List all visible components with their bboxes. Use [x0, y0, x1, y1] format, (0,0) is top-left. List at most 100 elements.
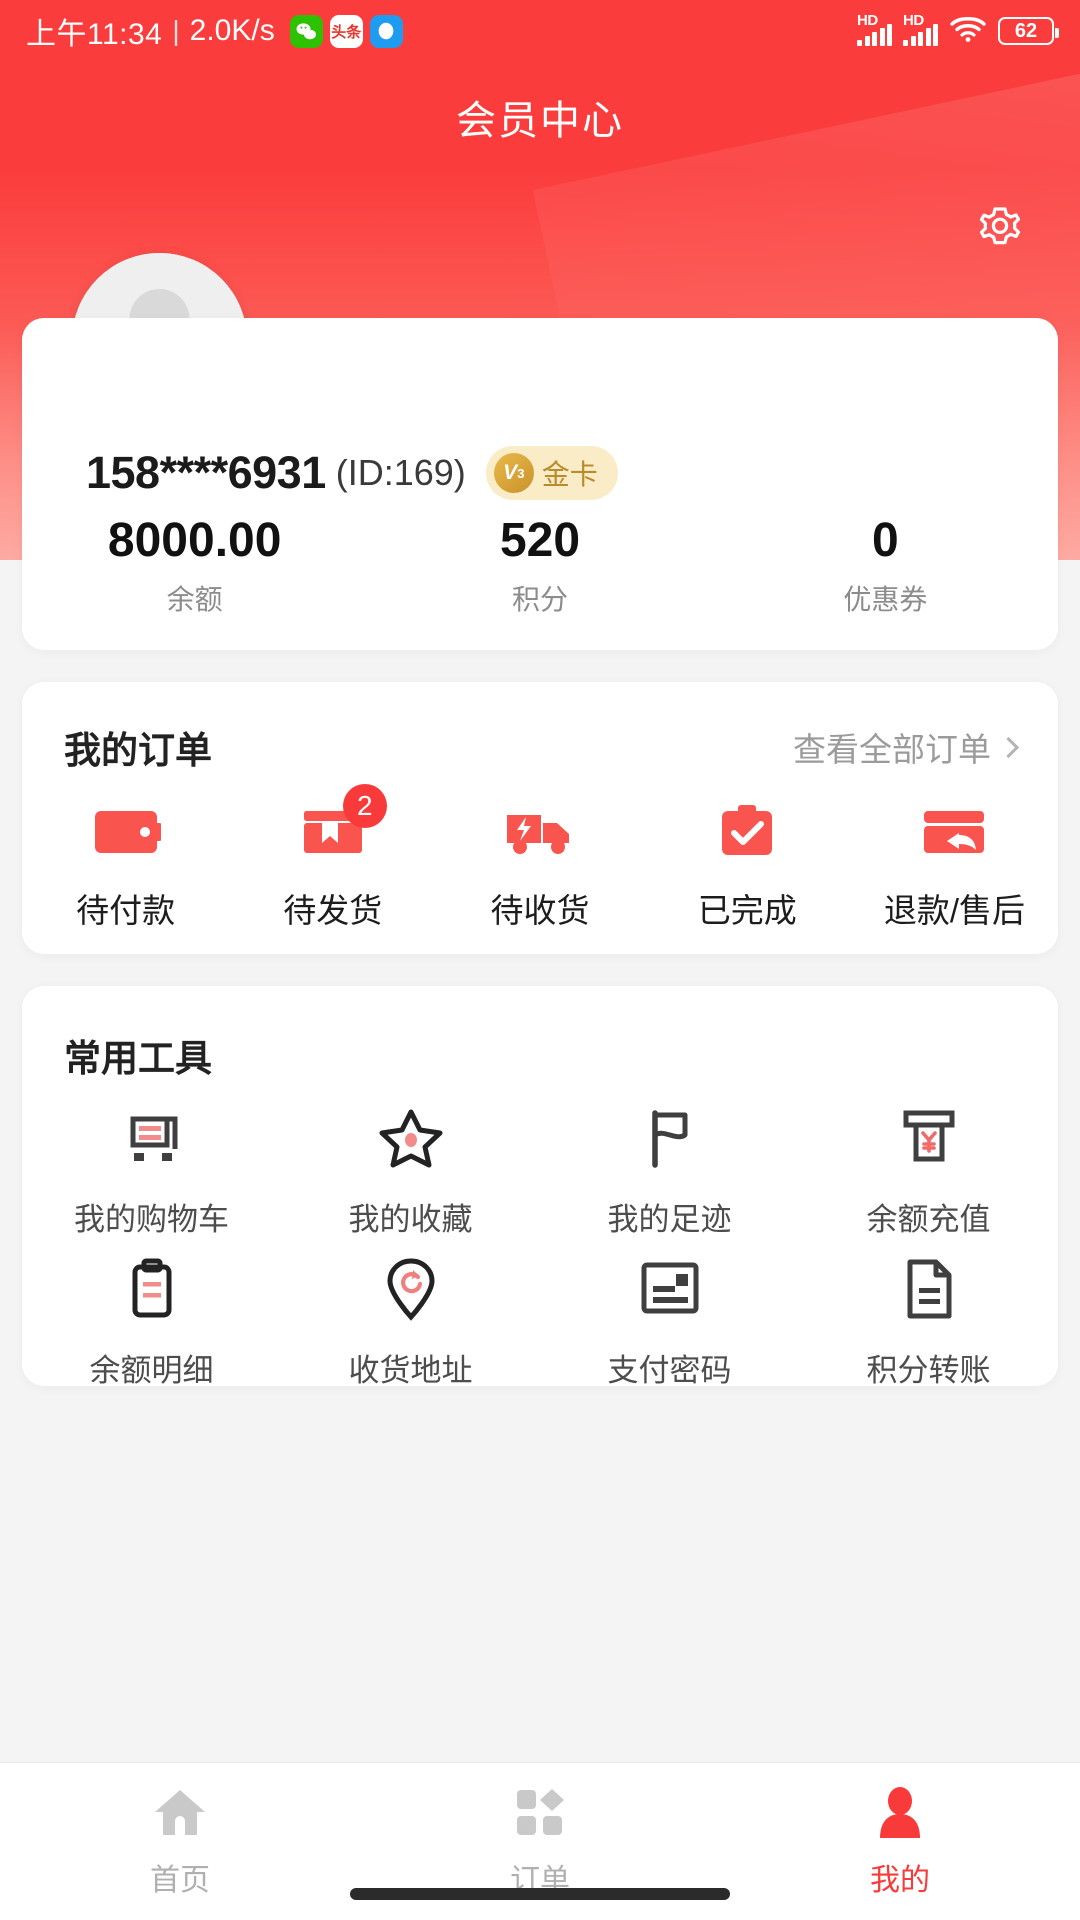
messenger-app-icon [369, 14, 403, 48]
tool-points-transfer[interactable]: 积分转账 [799, 1255, 1058, 1390]
order-status-label: 退款/售后 [883, 892, 1025, 929]
settings-button[interactable] [972, 200, 1028, 256]
status-bar-right: HD HD 62 [857, 12, 1059, 49]
signal-indicator-1: HD [857, 12, 892, 46]
home-indicator [350, 1888, 730, 1900]
tool-label: 积分转账 [866, 1353, 991, 1388]
order-status-label: 待收货 [490, 892, 590, 929]
tool-my-cart[interactable]: 我的购物车 [22, 1104, 281, 1239]
stat-value: 0 [871, 514, 899, 567]
member-center-screen: 上午11:34 | 2.0K/s 头条 HD HD 62 会员中心 158***… [0, 0, 1080, 1920]
user-info-row: 158****6931 (ID:169) V3 金卡 [86, 446, 618, 500]
battery-level: 62 [1014, 20, 1038, 42]
clipboard-check-icon [709, 800, 785, 864]
stat-label: 优惠券 [843, 584, 928, 616]
tool-label: 余额充值 [866, 1202, 991, 1237]
status-bar-left: 上午11:34 | 2.0K/s 头条 [26, 9, 403, 53]
order-status-refund-aftersales[interactable]: 退款/售后 [851, 800, 1058, 932]
signal-indicator-2: HD [903, 12, 938, 46]
atm-recharge-icon [895, 1104, 963, 1172]
order-badge-count: 2 [342, 784, 387, 828]
clipboard-list-icon [118, 1255, 186, 1323]
stat-label: 余额 [166, 584, 223, 616]
my-orders-card: 我的订单 查看全部订单 待付款 2 待发货 待收货 已完成 退款/售后 [22, 682, 1058, 954]
common-tools-card: 常用工具 我的购物车 我的收藏 我的足迹 余额充值 余额明细 收货地址 支付密码… [22, 986, 1058, 1388]
order-status-label: 已完成 [697, 892, 797, 929]
view-all-orders-label: 查看全部订单 [793, 731, 991, 768]
hd-label-2: HD [903, 12, 924, 29]
tool-label: 我的足迹 [607, 1202, 732, 1237]
package-box-icon: 2 [295, 784, 387, 864]
tab-orders[interactable]: 订单 [360, 1785, 720, 1899]
order-status-pending-payment[interactable]: 待付款 [22, 800, 229, 932]
battery-icon: 62 [998, 17, 1059, 45]
flag-footprint-icon [636, 1104, 704, 1172]
stat-value: 8000.00 [107, 514, 282, 567]
tab-label: 首页 [150, 1864, 210, 1897]
tool-balance-details[interactable]: 余额明细 [22, 1255, 281, 1390]
tool-label: 余额明细 [89, 1353, 214, 1388]
delivery-truck-icon [502, 800, 578, 864]
wechat-app-icon [289, 14, 323, 48]
home-icon [152, 1785, 208, 1841]
tab-label: 我的 [870, 1864, 930, 1897]
vip-level-icon: V3 [493, 453, 534, 493]
tools-title: 常用工具 [64, 1038, 212, 1079]
hd-label-1: HD [857, 12, 878, 29]
membership-level-badge[interactable]: V3 金卡 [485, 446, 618, 500]
tool-my-footprints[interactable]: 我的足迹 [540, 1104, 799, 1239]
toutiao-app-icon: 头条 [329, 14, 363, 48]
tool-balance-recharge[interactable]: 余额充值 [799, 1104, 1058, 1239]
tool-shipping-address[interactable]: 收货地址 [281, 1255, 540, 1390]
star-favorite-icon [377, 1104, 445, 1172]
tool-label: 收货地址 [348, 1353, 473, 1388]
tab-profile[interactable]: 我的 [720, 1785, 1080, 1899]
tool-label: 我的收藏 [348, 1202, 473, 1237]
profile-card: 158****6931 (ID:169) V3 金卡 8000.00 余额 52… [22, 318, 1058, 650]
grid-orders-icon [512, 1785, 568, 1841]
tool-label: 支付密码 [607, 1353, 732, 1388]
stat-points[interactable]: 520 积分 [367, 514, 712, 618]
orders-title: 我的订单 [64, 730, 212, 771]
stat-coupons[interactable]: 0 优惠券 [713, 514, 1058, 618]
document-transfer-icon [895, 1255, 963, 1323]
refund-card-icon [916, 800, 992, 864]
tool-payment-password[interactable]: 支付密码 [540, 1255, 799, 1390]
id-card-icon [636, 1255, 704, 1323]
tools-grid: 我的购物车 我的收藏 我的足迹 余额充值 余额明细 收货地址 支付密码 积分转账 [22, 1104, 1058, 1406]
page-title: 会员中心 [456, 99, 624, 143]
order-status-pending-shipment[interactable]: 2 待发货 [229, 784, 436, 932]
bottom-tab-bar: 首页 订单 我的 [0, 1762, 1080, 1920]
shopping-cart-icon [118, 1104, 186, 1172]
chevron-right-icon [997, 736, 1020, 758]
account-stats: 8000.00 余额 520 积分 0 优惠券 [22, 514, 1058, 618]
gear-icon [979, 207, 1021, 245]
order-status-completed[interactable]: 已完成 [644, 800, 851, 932]
orders-section-header: 我的订单 查看全部订单 [22, 720, 1058, 774]
stat-label: 积分 [511, 584, 568, 616]
status-bar: 上午11:34 | 2.0K/s 头条 HD HD 62 [0, 0, 1080, 62]
tab-home[interactable]: 首页 [0, 1785, 360, 1899]
order-status-pending-receipt[interactable]: 待收货 [436, 800, 643, 932]
tools-row-2: 余额明细 收货地址 支付密码 积分转账 [22, 1255, 1058, 1390]
wifi-icon [949, 14, 987, 49]
order-status-grid: 待付款 2 待发货 待收货 已完成 退款/售后 [22, 784, 1058, 932]
membership-level-label: 金卡 [541, 459, 598, 490]
tool-my-favorites[interactable]: 我的收藏 [281, 1104, 540, 1239]
stat-value: 520 [499, 514, 581, 567]
tools-row-1: 我的购物车 我的收藏 我的足迹 余额充值 [22, 1104, 1058, 1239]
status-time: 上午11:34 [26, 18, 163, 51]
status-separator: | [172, 15, 180, 46]
status-network-speed: 2.0K/s [189, 14, 275, 47]
order-status-label: 待发货 [283, 892, 383, 929]
person-profile-icon [872, 1785, 928, 1841]
order-status-label: 待付款 [76, 892, 176, 929]
location-pin-icon [377, 1255, 445, 1323]
wallet-icon [88, 800, 164, 864]
user-id: (ID:169) [335, 452, 466, 493]
user-phone: 158****6931 [86, 447, 326, 498]
tool-label: 我的购物车 [74, 1202, 229, 1237]
stat-balance[interactable]: 8000.00 余额 [22, 514, 367, 618]
view-all-orders-link[interactable]: 查看全部订单 [793, 723, 1020, 771]
status-app-icons: 头条 [289, 14, 403, 48]
